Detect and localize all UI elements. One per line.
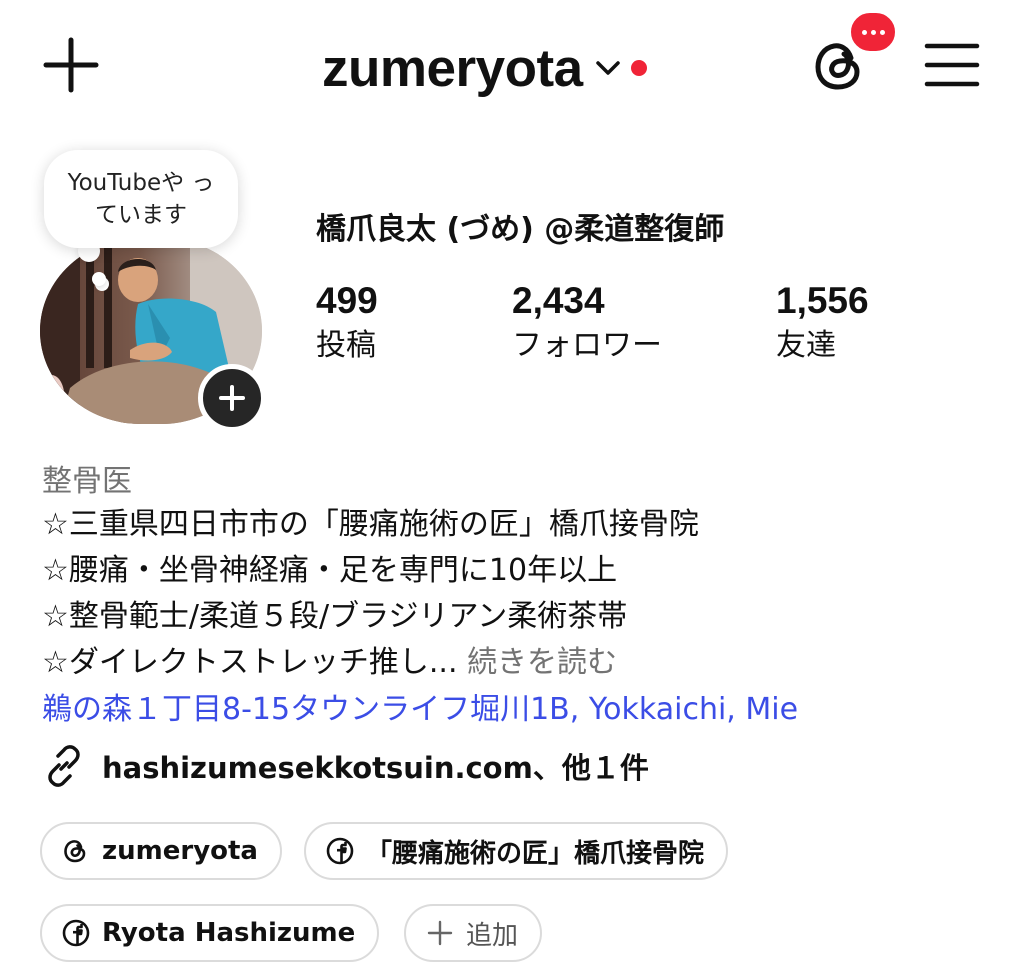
chip-threads[interactable]: zumeryota: [40, 822, 282, 880]
threads-notification-badge: [848, 10, 898, 54]
read-more-link[interactable]: 続きを読む: [467, 645, 617, 680]
followers-count: 2,434: [512, 280, 605, 321]
link-icon: [48, 745, 80, 787]
address-link[interactable]: 鵜の森１丁目8-15タウンライフ堀川1B, Yokkaichi, Mie: [42, 684, 798, 728]
posts-count: 499: [316, 280, 378, 321]
facebook-icon: [62, 919, 90, 947]
plus-icon: [427, 920, 453, 946]
chip-label: 「腰痛施術の匠」橋爪接骨院: [366, 838, 705, 869]
display-name: 橋爪良太 (づめ) @柔道整復師: [316, 212, 725, 247]
followers-stat[interactable]: 2,434 フォロワー: [512, 280, 662, 366]
chip-add-link[interactable]: 追加: [404, 904, 543, 962]
website-link-text[interactable]: hashizumesekkotsuin.com、他１件: [102, 745, 649, 787]
note-bubble-tail-small: [92, 272, 106, 286]
followers-label: フォロワー: [512, 328, 662, 363]
bio-text: ☆三重県四日市市の「腰痛施術の匠」橋爪接骨院 ☆腰痛・坐骨神経痛・足を専門に10…: [42, 502, 699, 686]
bio-line: ☆腰痛・坐骨神経痛・足を専門に10年以上: [42, 553, 618, 588]
add-story-button[interactable]: [198, 364, 266, 432]
note-bubble[interactable]: YouTubeや っています: [44, 150, 238, 248]
bio-line-last: ☆ダイレクトストレッチ推し... 続きを読む: [42, 640, 699, 686]
chip-facebook-profile[interactable]: Ryota Hashizume: [40, 904, 380, 962]
hamburger-menu-icon[interactable]: [922, 38, 982, 92]
chip-facebook-page[interactable]: 「腰痛施術の匠」橋爪接骨院: [304, 822, 729, 880]
bio-line: ☆ダイレクトストレッチ推し...: [42, 645, 458, 680]
facebook-icon: [326, 837, 354, 865]
account-switcher[interactable]: zumeryota: [322, 30, 647, 106]
profile-category: 整骨医: [42, 464, 132, 499]
friends-label: 友達: [776, 328, 836, 363]
chip-label: Ryota Hashizume: [102, 918, 356, 948]
chevron-down-icon[interactable]: [595, 59, 621, 77]
friends-count: 1,556: [776, 280, 869, 321]
create-plus-icon[interactable]: [40, 34, 102, 96]
chip-label: 追加: [466, 920, 519, 951]
profile-screen: zumeryota YouTubeや っています 橋爪良太 (づめ) @柔道整復…: [0, 0, 1024, 979]
note-text: YouTubeや っています: [67, 170, 215, 228]
posts-stat[interactable]: 499 投稿: [316, 280, 378, 366]
chip-label: zumeryota: [102, 836, 258, 866]
plus-icon: [219, 385, 245, 411]
friends-stat[interactable]: 1,556 友達: [776, 280, 869, 366]
notification-dot: [630, 60, 647, 76]
threads-icon: [64, 840, 86, 863]
posts-label: 投稿: [316, 328, 376, 363]
bio-line: ☆三重県四日市市の「腰痛施術の匠」橋爪接骨院: [42, 507, 699, 542]
website-link[interactable]: hashizumesekkotsuin.com、他１件: [42, 740, 649, 792]
username-title[interactable]: zumeryota: [322, 42, 583, 95]
bio-line: ☆整骨範士/柔道５段/ブラジリアン柔術茶帯: [42, 599, 628, 634]
